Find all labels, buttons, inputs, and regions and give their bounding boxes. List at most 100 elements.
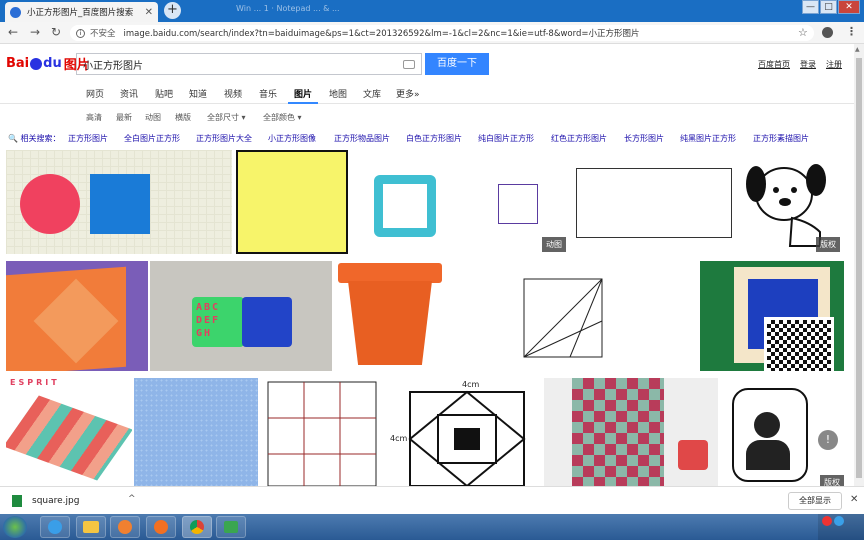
search-input[interactable]: 小正方形图片 <box>76 53 422 75</box>
chart-app-icon[interactable] <box>216 516 246 538</box>
filter-size-dropdown[interactable]: 全部尺寸 ▾ <box>207 112 246 123</box>
link-register[interactable]: 注册 <box>826 59 842 70</box>
copyright-badge: 版权 <box>816 237 840 252</box>
image-result-dog-cartoon[interactable]: 版权 <box>740 150 840 254</box>
ie-icon[interactable] <box>40 516 70 538</box>
image-result-outline-square[interactable]: 动图 <box>466 150 570 254</box>
filter-gif[interactable]: 动图 <box>145 112 161 123</box>
related-link[interactable]: 纯黑图片正方形 <box>680 133 736 144</box>
close-tab-icon[interactable]: ✕ <box>145 7 153 18</box>
filter-latest[interactable]: 最新 <box>116 112 132 123</box>
security-label: 不安全 <box>90 29 116 39</box>
image-result-origami[interactable] <box>6 261 148 371</box>
background-window-title: Win ... 1 · Notepad ... & ... <box>236 4 340 13</box>
search-query[interactable]: 小正方形图片 <box>83 57 403 72</box>
related-link[interactable]: 纯白图片正方形 <box>478 133 534 144</box>
related-link[interactable]: 红色正方形图片 <box>551 133 607 144</box>
tab-zhidao[interactable]: 知道 <box>189 87 207 100</box>
show-all-button[interactable]: 全部显示 <box>788 492 842 510</box>
tab-web[interactable]: 网页 <box>86 87 104 100</box>
url-text[interactable]: image.baidu.com/search/index?tn=baiduima… <box>124 27 640 39</box>
category-tabs: 网页 资讯 贴吧 知道 视频 音乐 图片 地图 文库 更多» <box>0 80 854 104</box>
image-result-icon-figure[interactable]: ! 版权 <box>720 378 844 486</box>
related-link[interactable]: 小正方形图像 <box>268 133 316 144</box>
tab-wenku[interactable]: 文库 <box>363 87 381 100</box>
image-result-abc-magnets[interactable]: ABC DEF GH <box>150 261 332 371</box>
firefox-icon[interactable] <box>146 516 176 538</box>
image-result-flowerpot[interactable] <box>334 261 446 371</box>
image-result-yellow-square[interactable] <box>236 150 348 254</box>
related-link[interactable]: 正方形物品图片 <box>334 133 390 144</box>
tray-help-icon[interactable] <box>834 516 844 526</box>
image-result-grid-squares[interactable] <box>266 378 378 486</box>
image-result-rectangle[interactable] <box>574 150 736 254</box>
related-link[interactable]: 长方形图片 <box>624 133 664 144</box>
image-result-geometry-diagram[interactable] <box>450 261 616 371</box>
link-login[interactable]: 登录 <box>800 59 816 70</box>
tab-tieba[interactable]: 贴吧 <box>155 87 173 100</box>
header-links: 百度首页 登录 注册 <box>758 59 842 70</box>
camera-icon[interactable] <box>403 59 415 69</box>
info-icon[interactable]: i <box>76 28 85 38</box>
related-link[interactable]: 正方形图片大全 <box>196 133 252 144</box>
tab-video[interactable]: 视频 <box>224 87 242 100</box>
back-arrow-icon[interactable]: ← <box>8 25 18 39</box>
browser-tab-bar: 小正方形图片_百度图片搜索 ✕ + Win ... 1 · Notepad ..… <box>0 0 864 22</box>
minimize-button[interactable]: — <box>802 0 819 14</box>
related-link[interactable]: 全白图片正方形 <box>124 133 180 144</box>
tab-music[interactable]: 音乐 <box>259 87 277 100</box>
image-result-nested-squares[interactable]: 4cm 4cm <box>388 378 528 486</box>
browser-tab[interactable]: 小正方形图片_百度图片搜索 ✕ <box>5 2 158 22</box>
download-bar: square.jpg ^ 全部显示 ✕ <box>0 486 864 514</box>
download-filename[interactable]: square.jpg <box>32 496 79 506</box>
related-searches: 🔍 相关搜索： 正方形图片 全白图片正方形 正方形图片大全 小正方形图像 正方形… <box>0 126 854 148</box>
scroll-up-icon[interactable]: ▲ <box>855 46 860 53</box>
blue-square <box>90 174 150 234</box>
tab-more[interactable]: 更多» <box>396 87 420 100</box>
image-result-circle-square[interactable] <box>6 150 232 254</box>
qr-code <box>764 317 834 371</box>
scrollbar-thumb[interactable] <box>856 58 862 478</box>
tray-s-icon[interactable] <box>822 516 832 526</box>
bookmark-star-icon[interactable]: ☆ <box>798 26 808 39</box>
baidu-paw-icon <box>30 57 43 70</box>
system-tray <box>818 514 864 540</box>
address-bar[interactable]: i 不安全 image.baidu.com/search/index?tn=ba… <box>70 25 814 41</box>
related-link[interactable]: 正方形图片 <box>68 133 108 144</box>
chrome-icon[interactable] <box>182 516 212 538</box>
start-button[interactable] <box>3 516 27 538</box>
image-result-blue-square-frame[interactable] <box>700 261 844 371</box>
tab-news[interactable]: 资讯 <box>120 87 138 100</box>
menu-dots-icon[interactable]: ⋮ <box>846 25 857 38</box>
link-baidu-home[interactable]: 百度首页 <box>758 59 790 70</box>
tab-images[interactable]: 图片 <box>294 87 312 100</box>
forward-arrow-icon[interactable]: → <box>30 25 40 39</box>
maximize-button[interactable]: □ <box>820 0 837 14</box>
image-result-esprit-blanket[interactable]: ESPRIT <box>6 378 132 486</box>
media-player-icon[interactable] <box>110 516 140 538</box>
filter-landscape[interactable]: 横版 <box>175 112 191 123</box>
tab-map[interactable]: 地图 <box>329 87 347 100</box>
profile-avatar-icon[interactable] <box>822 27 833 38</box>
filter-color-dropdown[interactable]: 全部颜色 ▾ <box>263 112 302 123</box>
reload-icon[interactable]: ↻ <box>51 25 61 39</box>
close-window-button[interactable]: ✕ <box>838 0 860 14</box>
close-download-bar-icon[interactable]: ✕ <box>850 494 858 505</box>
tab-title: 小正方形图片_百度图片搜索 <box>27 8 134 18</box>
image-result-blue-pattern[interactable] <box>134 378 258 486</box>
related-link[interactable]: 白色正方形图片 <box>406 133 462 144</box>
new-tab-button[interactable]: + <box>164 2 181 19</box>
explorer-folder-icon[interactable] <box>76 516 106 538</box>
image-result-magnetic-square[interactable] <box>352 150 462 254</box>
image-file-icon <box>12 495 22 507</box>
page-scrollbar[interactable]: ▲ <box>854 44 864 486</box>
feedback-icon[interactable]: ! <box>818 430 838 450</box>
image-result-tile-wall[interactable] <box>544 378 718 486</box>
red-circle <box>20 174 80 234</box>
image-results-grid: 动图 版权 ABC DEF GH ESPRIT 4cm 4cm ! 版权 <box>0 148 854 486</box>
baidu-header: Bai du 图片 小正方形图片 百度一下 百度首页 登录 注册 <box>0 44 854 80</box>
filter-hd[interactable]: 高清 <box>86 112 102 123</box>
chevron-up-icon[interactable]: ^ <box>128 494 136 504</box>
related-link[interactable]: 正方形素描图片 <box>753 133 809 144</box>
search-button[interactable]: 百度一下 <box>425 53 489 75</box>
